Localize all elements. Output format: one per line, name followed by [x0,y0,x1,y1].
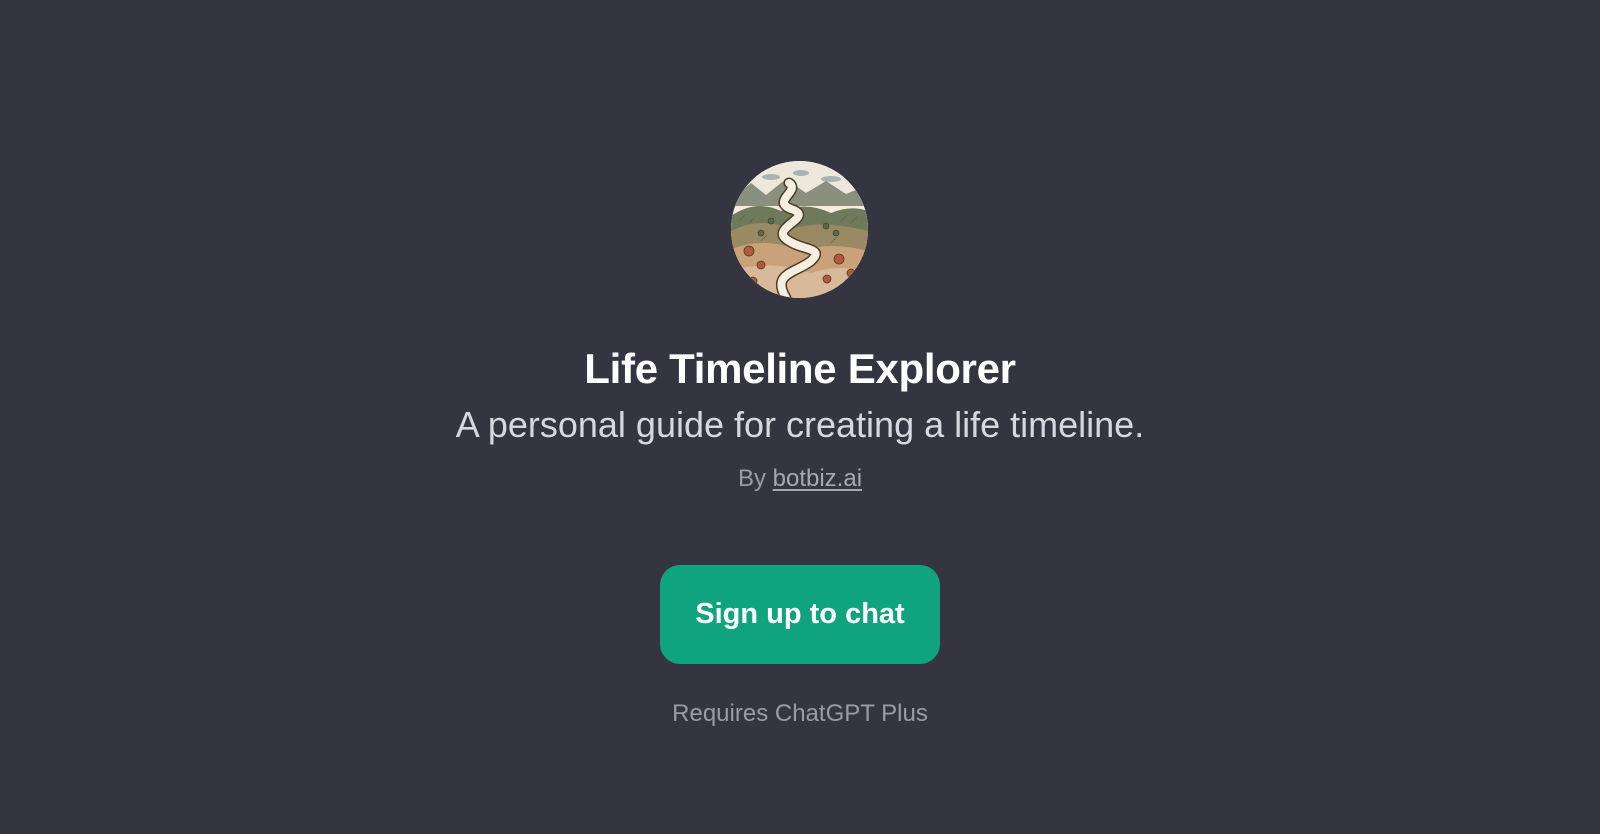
plan-requirement-note: Requires ChatGPT Plus [672,700,928,727]
author-link[interactable]: botbiz.ai [773,465,862,492]
gpt-landing-page: Life Timeline Explorer A personal guide … [0,0,1600,834]
winding-road-landscape-icon [731,161,868,298]
sign-up-to-chat-button[interactable]: Sign up to chat [660,565,940,664]
author-prefix: By [737,465,766,492]
author-byline: By botbiz.ai [0,463,1600,495]
gpt-description: A personal guide for creating a life tim… [455,404,1145,445]
gpt-title: Life Timeline Explorer [584,345,1016,392]
gpt-avatar [731,161,868,298]
